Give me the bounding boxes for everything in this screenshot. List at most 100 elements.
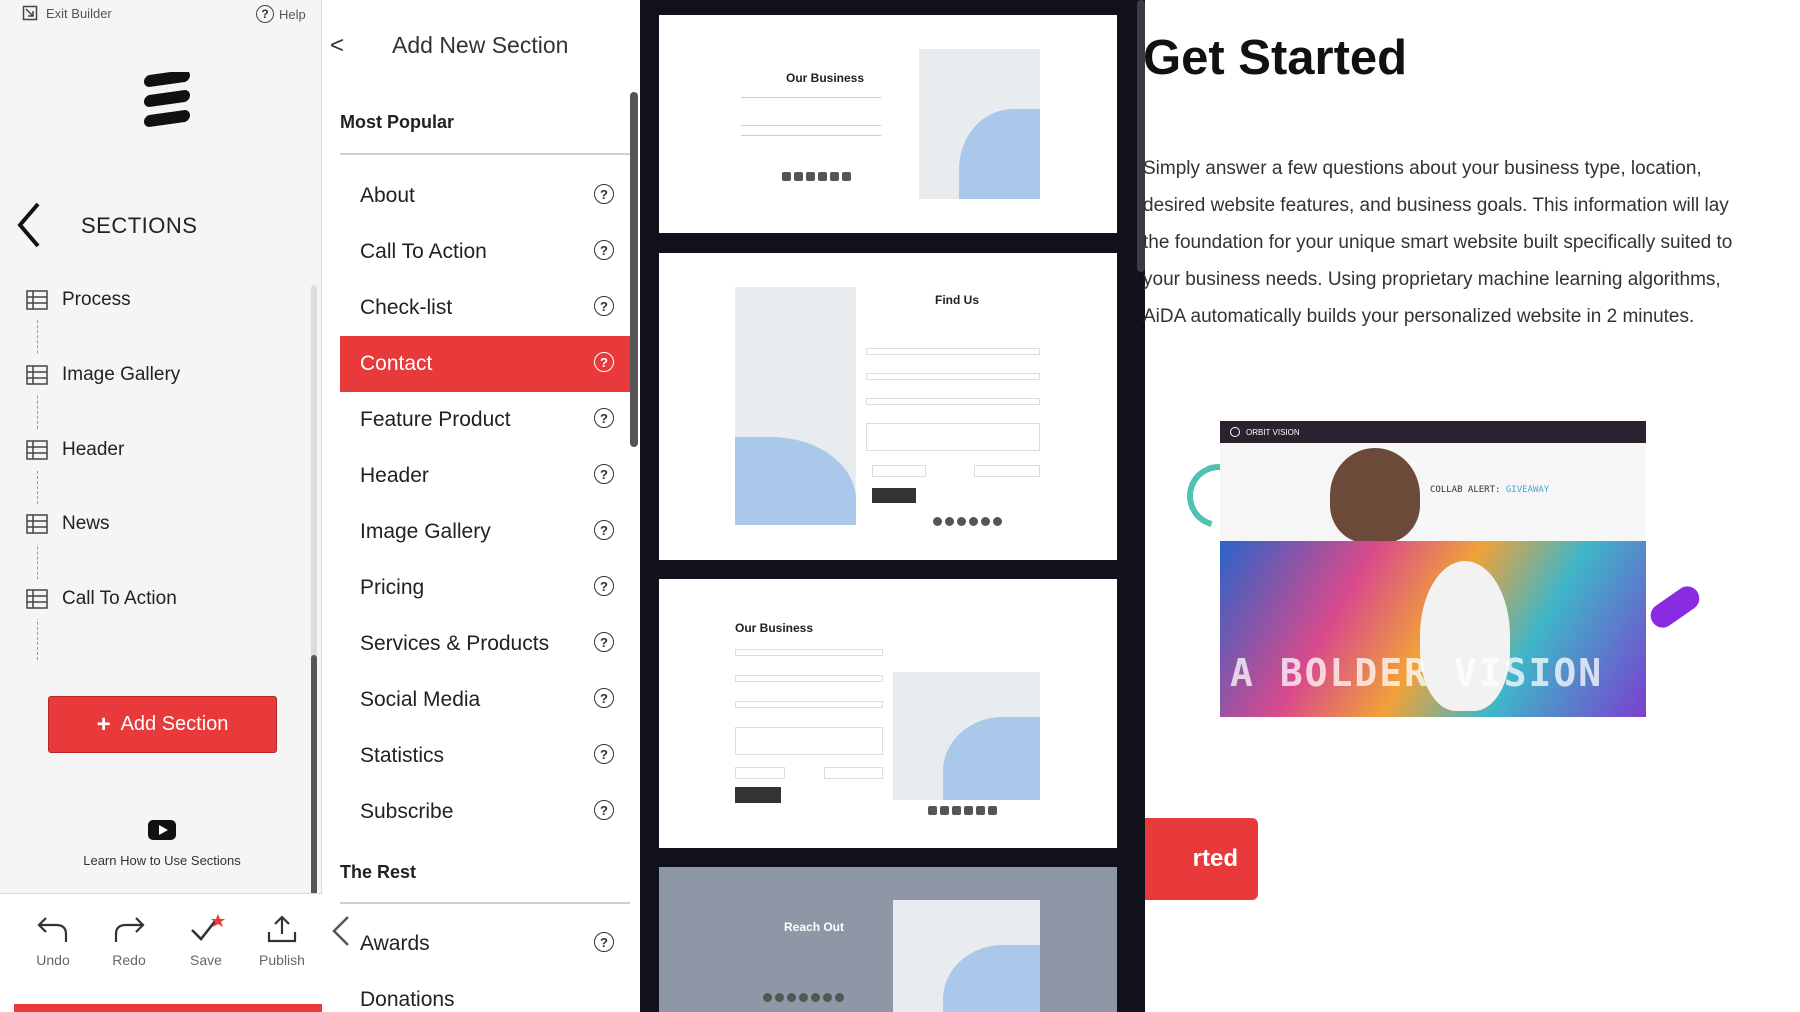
- group-title-the-rest: The Rest: [340, 862, 417, 882]
- accent-strip: [14, 1004, 322, 1012]
- question-circle-icon[interactable]: ?: [594, 464, 614, 484]
- redo-button[interactable]: Redo: [99, 914, 159, 968]
- plus-icon: +: [96, 710, 111, 738]
- chevron-left-icon[interactable]: [330, 914, 352, 948]
- question-circle-icon[interactable]: ?: [594, 576, 614, 596]
- question-circle-icon[interactable]: ?: [594, 800, 614, 820]
- section-layout-icon: [26, 290, 48, 310]
- category-check-list[interactable]: Check-list ?: [340, 280, 630, 336]
- preview-send-button: [872, 488, 916, 503]
- preview-input: [866, 373, 1040, 380]
- category-call-to-action[interactable]: Call To Action ?: [340, 224, 630, 280]
- question-circle-icon[interactable]: ?: [594, 240, 614, 260]
- question-circle-icon[interactable]: ?: [594, 296, 614, 316]
- hero-logo-icon: [1230, 427, 1240, 437]
- chevron-left-icon[interactable]: [14, 200, 44, 250]
- section-item-image-gallery[interactable]: Image Gallery: [26, 355, 296, 395]
- map-water: [943, 945, 1040, 1012]
- question-circle-icon[interactable]: ?: [594, 932, 614, 952]
- preview-contact-1[interactable]: Our Business: [659, 15, 1117, 233]
- category-label: Header: [360, 464, 429, 487]
- page-sections-list: Process Image Gallery Header News Call T…: [0, 280, 310, 660]
- question-circle-icon[interactable]: ?: [594, 688, 614, 708]
- exit-builder-link[interactable]: Exit Builder: [22, 5, 112, 21]
- hero-collab-text: COLLAB ALERT: GIVEAWAY: [1430, 485, 1549, 495]
- question-circle-icon[interactable]: ?: [594, 520, 614, 540]
- category-label: Donations: [360, 988, 455, 1011]
- preview-contact-2[interactable]: Find Us: [659, 253, 1117, 560]
- preview-contact-4[interactable]: Reach Out: [659, 867, 1117, 1012]
- group-title-most-popular: Most Popular: [340, 112, 455, 132]
- exit-icon: [22, 5, 38, 21]
- hero-brand: ORBIT VISION: [1246, 427, 1300, 437]
- hero-collab-label: COLLAB ALERT:: [1430, 485, 1501, 495]
- category-scrollbar[interactable]: [630, 92, 638, 447]
- builder-sidebar: Exit Builder ? Help SECTIONS Process Ima…: [0, 0, 322, 1012]
- category-services-products[interactable]: Services & Products ?: [340, 616, 630, 672]
- category-header[interactable]: Header ?: [340, 448, 630, 504]
- section-item-call-to-action[interactable]: Call To Action: [26, 579, 296, 619]
- section-layout-icon: [26, 589, 48, 609]
- preview-text-line: [741, 135, 881, 142]
- preview-contact-3[interactable]: Our Business: [659, 579, 1117, 848]
- section-item-header[interactable]: Header: [26, 430, 296, 470]
- get-started-button[interactable]: rted: [1145, 818, 1258, 900]
- question-circle-icon[interactable]: ?: [594, 632, 614, 652]
- section-previews: Our Business Find Us Our Business Reach …: [640, 0, 1145, 1012]
- undo-label: Undo: [36, 952, 70, 968]
- question-circle-icon[interactable]: ?: [594, 408, 614, 428]
- preview-social-icons: [933, 517, 1002, 526]
- category-about[interactable]: About ?: [340, 168, 630, 224]
- question-circle-icon[interactable]: ?: [594, 184, 614, 204]
- hero-caption: A BOLDER VISION: [1230, 651, 1604, 695]
- preview-title: Our Business: [735, 621, 814, 635]
- category-social-media[interactable]: Social Media ?: [340, 672, 630, 728]
- preview-input: [866, 348, 1040, 355]
- preview-map: [893, 900, 1040, 1012]
- hero-top-area: COLLAB ALERT: GIVEAWAY: [1220, 443, 1646, 543]
- undo-button[interactable]: Undo: [23, 914, 83, 968]
- section-item-news[interactable]: News: [26, 504, 296, 544]
- category-label: Feature Product: [360, 408, 511, 431]
- category-contact[interactable]: Contact ?: [340, 336, 630, 392]
- save-button[interactable]: Save: [176, 914, 236, 968]
- preview-title: Find Us: [935, 293, 979, 307]
- category-label: About: [360, 184, 415, 207]
- panel-back-button[interactable]: <: [330, 32, 344, 60]
- sections-title: SECTIONS: [81, 213, 198, 238]
- exit-builder-label: Exit Builder: [46, 5, 112, 21]
- help-link[interactable]: ? Help: [256, 5, 306, 23]
- category-statistics[interactable]: Statistics ?: [340, 728, 630, 784]
- question-circle-icon[interactable]: ?: [594, 744, 614, 764]
- section-item-label: News: [62, 513, 110, 534]
- section-item-process[interactable]: Process: [26, 280, 296, 320]
- redo-label: Redo: [112, 952, 146, 968]
- preview-input: [866, 398, 1040, 405]
- upload-icon: [267, 915, 297, 943]
- publish-button[interactable]: Publish: [252, 914, 312, 968]
- category-label: Subscribe: [360, 800, 454, 823]
- hero-person: [1330, 448, 1420, 543]
- preview-social-icons: [763, 993, 844, 1002]
- question-circle-icon[interactable]: ?: [594, 352, 614, 372]
- learn-sections-label: Learn How to Use Sections: [83, 853, 241, 868]
- preview-textarea: [735, 727, 883, 755]
- stacked-logo-icon: [144, 72, 190, 127]
- category-awards[interactable]: Awards ?: [340, 916, 630, 972]
- category-feature-product[interactable]: Feature Product ?: [340, 392, 630, 448]
- hero-nav-bar: ORBIT VISION: [1220, 421, 1646, 443]
- learn-sections-link[interactable]: Learn How to Use Sections: [40, 820, 284, 868]
- category-image-gallery[interactable]: Image Gallery ?: [340, 504, 630, 560]
- add-section-button[interactable]: + Add Section: [48, 696, 277, 753]
- sections-scrollbar[interactable]: [311, 285, 317, 895]
- category-pricing[interactable]: Pricing ?: [340, 560, 630, 616]
- section-item-label: Header: [62, 439, 125, 460]
- category-donations[interactable]: Donations: [340, 972, 630, 1012]
- preview-captcha-input: [824, 767, 883, 779]
- category-label: Check-list: [360, 296, 453, 319]
- sections-scrollbar-thumb[interactable]: [311, 655, 317, 895]
- section-item-label: Call To Action: [62, 588, 177, 609]
- category-subscribe[interactable]: Subscribe ?: [340, 784, 630, 840]
- preview-title: Reach Out: [784, 920, 845, 934]
- youtube-play-icon: [148, 820, 176, 840]
